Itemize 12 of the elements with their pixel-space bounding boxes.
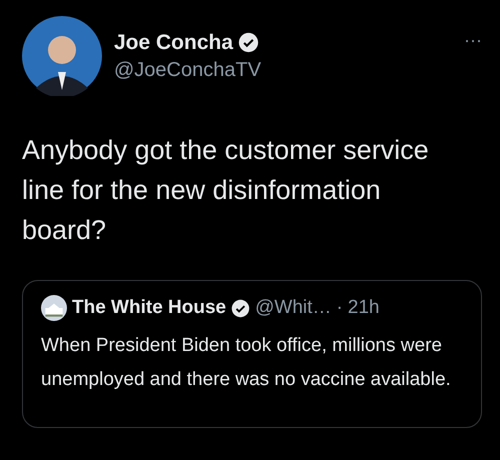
author-name[interactable]: Joe Concha — [114, 30, 234, 54]
timestamp: 21h — [348, 297, 380, 319]
quoted-tweet-card[interactable]: The White House @Whit… · 21h When President Biden took office, millions were unemployed and there was no vaccine available. — [22, 280, 482, 428]
tweet-text: Anybody got the customer service line for the new disinformation board? — [22, 134, 430, 247]
avatar — [41, 295, 67, 321]
author-handle[interactable]: @JoeConchaTV — [114, 58, 452, 82]
quoted-author-handle: @Whit… — [255, 297, 332, 319]
quoted-tweet-text: When President Biden took office, millions were unemployed and there was no vaccine available. — [41, 334, 451, 392]
more-options-button[interactable]: ··· — [464, 30, 482, 51]
avatar[interactable] — [22, 16, 102, 96]
quoted-author-name: The White House — [72, 297, 226, 319]
separator-dot: · — [336, 297, 343, 319]
